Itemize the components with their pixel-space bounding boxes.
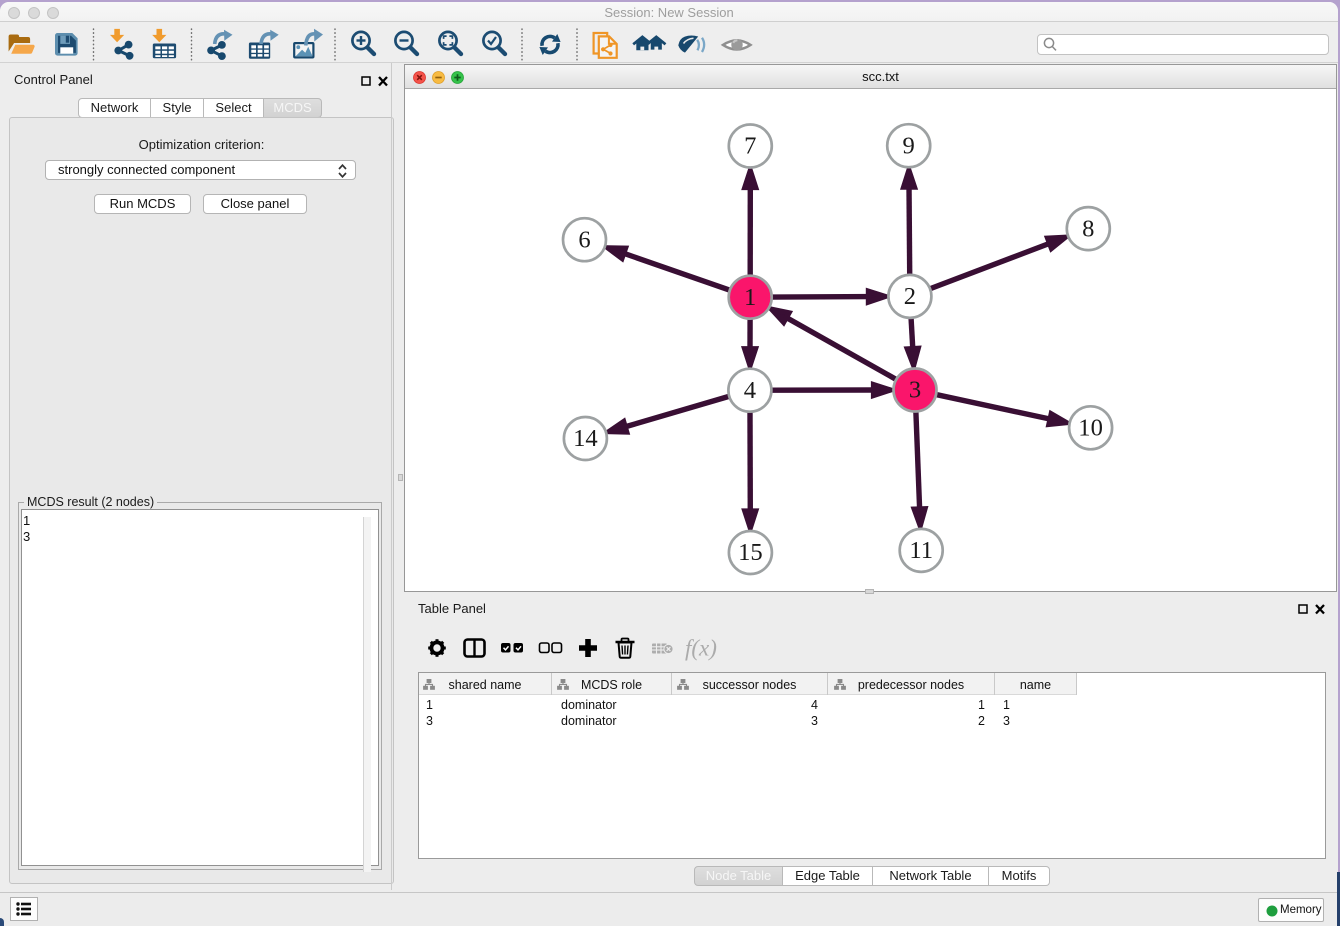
svg-text:8: 8 <box>1082 215 1094 242</box>
svg-text:4: 4 <box>744 377 756 404</box>
svg-text:f(x): f(x) <box>685 636 717 661</box>
svg-text:1: 1 <box>744 284 756 311</box>
svg-text:15: 15 <box>738 539 763 566</box>
svg-text:11: 11 <box>909 537 933 564</box>
svg-text:3: 3 <box>909 377 921 404</box>
svg-text:6: 6 <box>578 226 590 253</box>
svg-text:9: 9 <box>903 132 915 159</box>
svg-text:14: 14 <box>573 425 598 452</box>
svg-text:2: 2 <box>904 283 916 310</box>
svg-text:10: 10 <box>1078 415 1103 442</box>
svg-text:7: 7 <box>744 133 756 160</box>
